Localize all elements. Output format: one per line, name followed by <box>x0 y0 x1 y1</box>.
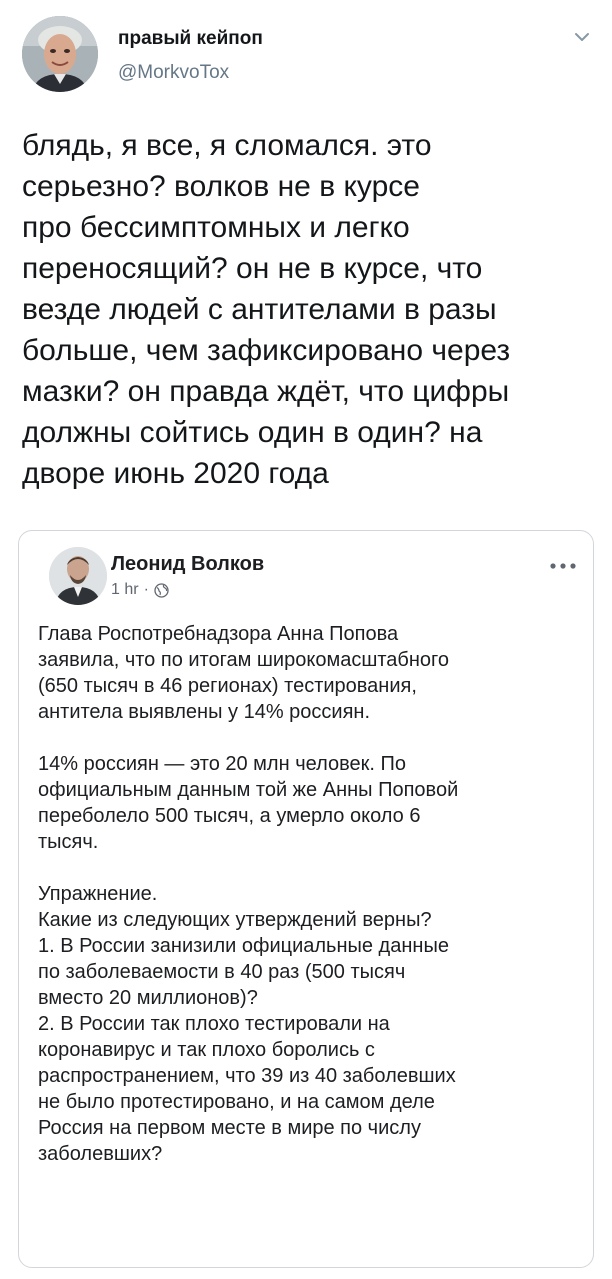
tweet-text-line: про бессимптомных и легко <box>22 211 410 244</box>
meta-separator: · <box>143 581 149 598</box>
quoted-author-avatar[interactable] <box>49 547 107 605</box>
post-line: (650 тысяч в 46 регионах) тестирования, <box>38 675 417 697</box>
post-paragraph: Глава Роспотребнадзора Анна Попова заяви… <box>38 621 583 725</box>
tweet-text-line: дворе июнь 2020 года <box>22 457 329 490</box>
post-line: заявила, что по итогам широкомасштабного <box>38 649 450 671</box>
quoted-post-card[interactable]: Леонид Волков 1 hr · Глава Роспотребнадз… <box>18 530 594 1268</box>
post-line: антитела выявлены у 14% россиян. <box>38 701 371 723</box>
tweet-text-line: мазки? он правда ждёт, что цифры <box>22 375 510 408</box>
tweet-text-line: переносящий? он не в курсе, что <box>22 252 483 285</box>
post-paragraph: 14% россиян — это 20 млн человек. По офи… <box>38 751 583 855</box>
post-line: по заболеваемости в 40 раз (500 тысяч <box>38 961 406 983</box>
post-line: 1. В России занизили официальные данные <box>38 935 449 957</box>
post-line: не было протестировано, и на самом деле <box>38 1091 435 1113</box>
globe-icon <box>154 582 169 598</box>
post-line: заболевших? <box>38 1143 163 1165</box>
tweet-text-line: больше, чем зафиксировано через <box>22 334 511 367</box>
quoted-author-name[interactable]: Леонид Волков <box>111 553 264 576</box>
post-line: Упражнение. <box>38 883 158 905</box>
post-line: переболело 500 тысяч, а умерло около 6 <box>38 805 421 827</box>
post-line: 14% россиян — это 20 млн человек. По <box>38 753 406 775</box>
quoted-post-body: Глава Роспотребнадзора Анна Попова заяви… <box>38 621 583 1167</box>
author-handle[interactable]: @MorkvoTox <box>118 62 229 84</box>
post-paragraph: Упражнение. Какие из следующих утвержден… <box>38 881 583 1167</box>
author-name[interactable]: правый кейпоп <box>118 28 263 50</box>
tweet-text-line: серьезно? волков не в курсе <box>22 170 420 203</box>
post-line: официальным данным той же Анны Поповой <box>38 779 459 801</box>
tweet-text-line: блядь, я все, я сломался. это <box>22 129 432 162</box>
chevron-down-icon[interactable] <box>572 30 592 44</box>
post-line: Какие из следующих утверждений верны? <box>38 909 432 931</box>
post-line: распространением, что 39 из 40 заболевши… <box>38 1065 456 1087</box>
tweet-text-line: должны сойтись один в один? на <box>22 416 483 449</box>
post-time[interactable]: 1 hr <box>111 581 139 599</box>
post-line: тысяч. <box>38 831 99 853</box>
post-line: Россия на первом месте в мире по числу <box>38 1117 421 1139</box>
post-line: коронавирус и так плохо боролись с <box>38 1039 375 1061</box>
more-options-icon[interactable] <box>547 559 579 571</box>
post-line: Глава Роспотребнадзора Анна Попова <box>38 623 399 645</box>
post-meta: 1 hr · <box>111 581 169 599</box>
author-avatar[interactable] <box>22 16 98 92</box>
tweet-header: правый кейпоп @MorkvoTox <box>0 0 612 110</box>
post-line: вместо 20 миллионов)? <box>38 987 258 1009</box>
tweet-text-line: везде людей с антителами в разы <box>22 293 497 326</box>
tweet-text: блядь, я все, я сломался. это серьезно? … <box>22 125 597 494</box>
post-line: 2. В России так плохо тестировали на <box>38 1013 390 1035</box>
